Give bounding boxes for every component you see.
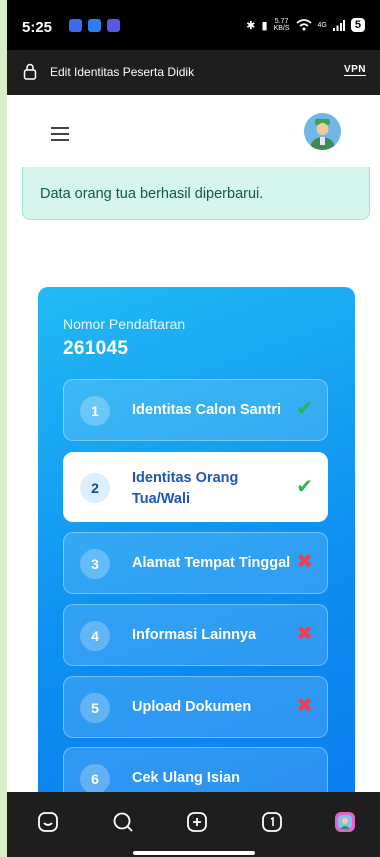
step-label: Informasi Lainnya	[132, 627, 257, 643]
tabs-icon[interactable]	[260, 810, 284, 834]
battery-indicator: 5	[350, 18, 365, 32]
phone-screen: 5:25 ✱ ▮ 5.77 KB/S 4G 5 Edit Identitas P…	[7, 0, 380, 857]
page-title[interactable]: Edit Identitas Peserta Didik	[50, 65, 194, 79]
notification-icon-3	[107, 19, 120, 32]
step-number: 6	[80, 764, 110, 794]
signal-icon	[332, 19, 345, 31]
vibrate-icon: ▮	[261, 19, 268, 32]
vpn-badge[interactable]: VPN	[343, 64, 366, 76]
gesture-handle[interactable]	[133, 851, 255, 855]
profile-icon[interactable]	[333, 810, 357, 834]
step-number: 5	[80, 693, 110, 723]
step-label: Upload Dokumen	[132, 699, 252, 715]
status-bar: 5:25 ✱ ▮ 5.77 KB/S 4G 5	[7, 0, 380, 50]
net-speed-value: 5.77	[274, 18, 289, 25]
registration-label: Nomor Pendaftaran	[63, 316, 186, 332]
success-alert: Data orang tua berhasil diperbarui.	[22, 167, 370, 220]
step-number: 4	[80, 621, 110, 651]
user-avatar-icon	[310, 119, 335, 150]
bluetooth-icon: ✱	[246, 19, 256, 32]
step-identitas-orang-tua[interactable]: 2 Identitas Orang Tua/Wali ✔	[63, 452, 328, 522]
step-label: Identitas Orang Tua/Wali	[132, 470, 239, 507]
status-time: 5:25	[22, 19, 53, 36]
step-number: 3	[80, 549, 110, 579]
check-icon: ✔	[296, 398, 313, 420]
lock-icon[interactable]	[23, 63, 37, 80]
cross-icon: ✖	[296, 695, 313, 717]
menu-icon[interactable]	[51, 127, 69, 141]
notification-icon-1	[69, 19, 82, 32]
step-informasi-lainnya[interactable]: 4 Informasi Lainnya ✖	[63, 604, 328, 666]
registration-card: Nomor Pendaftaran 261045 1 Identitas Cal…	[38, 287, 355, 847]
step-number: 1	[80, 396, 110, 426]
status-right-icons: ✱ ▮ 5.77 KB/S 4G 5	[246, 18, 365, 32]
check-icon: ✔	[296, 476, 313, 498]
step-label: Identitas Calon Santri	[132, 402, 282, 418]
cross-icon: ✖	[296, 623, 313, 645]
step-identitas-calon-santri[interactable]: 1 Identitas Calon Santri ✔	[63, 379, 328, 441]
web-page: Data orang tua berhasil diperbarui. Nomo…	[7, 95, 380, 847]
registration-number: 261045	[63, 338, 129, 359]
step-upload-dokumen[interactable]: 5 Upload Dokumen ✖	[63, 676, 328, 738]
step-label: Cek Ulang Isian	[132, 770, 240, 786]
net-speed: 5.77 KB/S	[274, 18, 290, 32]
notification-icon-2	[88, 19, 101, 32]
avatar[interactable]	[304, 113, 341, 150]
home-icon[interactable]	[36, 810, 60, 834]
step-label: Alamat Tempat Tinggal	[132, 555, 291, 571]
new-tab-icon[interactable]	[185, 810, 209, 834]
browser-bottom-nav	[7, 792, 380, 857]
cross-icon: ✖	[296, 551, 313, 573]
step-number: 2	[80, 473, 110, 503]
net-speed-unit: KB/S	[273, 25, 290, 32]
alert-message: Data orang tua berhasil diperbarui.	[40, 186, 264, 202]
browser-url-bar[interactable]: Edit Identitas Peserta Didik VPN	[7, 50, 380, 95]
wifi-icon	[296, 19, 312, 31]
step-alamat-tempat-tinggal[interactable]: 3 Alamat Tempat Tinggal ✖	[63, 532, 328, 594]
search-icon[interactable]	[111, 810, 135, 834]
network-type: 4G	[317, 21, 327, 29]
